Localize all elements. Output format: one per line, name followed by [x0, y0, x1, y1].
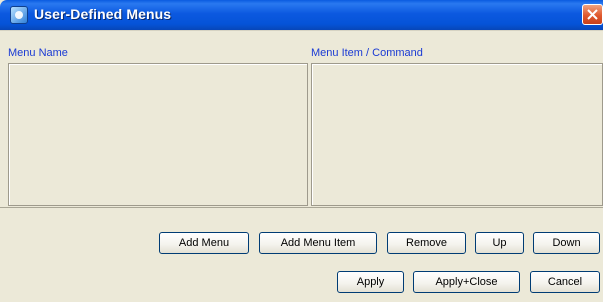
- cancel-button[interactable]: Cancel: [530, 271, 600, 293]
- apply-button[interactable]: Apply: [337, 271, 404, 293]
- down-button[interactable]: Down: [533, 232, 600, 254]
- menu-name-list[interactable]: [8, 63, 308, 206]
- title-bar: User-Defined Menus: [0, 0, 603, 30]
- add-menu-label: Add Menu: [178, 237, 230, 249]
- apply-close-label: Apply+Close: [435, 276, 498, 288]
- cancel-label: Cancel: [547, 276, 583, 288]
- remove-label: Remove: [406, 237, 447, 249]
- add-menu-item-label: Add Menu Item: [280, 237, 356, 249]
- menu-item-command-label: Menu Item / Command: [311, 47, 423, 59]
- add-menu-item-button[interactable]: Add Menu Item: [259, 232, 377, 254]
- up-button[interactable]: Up: [475, 232, 524, 254]
- menu-name-label: Menu Name: [8, 47, 68, 59]
- close-icon: [587, 9, 598, 20]
- menu-item-command-list[interactable]: [311, 63, 603, 206]
- apply-label: Apply: [356, 276, 385, 288]
- app-icon: [10, 6, 28, 24]
- up-label: Up: [492, 237, 507, 249]
- apply-close-button[interactable]: Apply+Close: [413, 271, 520, 293]
- add-menu-button[interactable]: Add Menu: [159, 232, 249, 254]
- window-title: User-Defined Menus: [34, 6, 172, 22]
- remove-button[interactable]: Remove: [387, 232, 466, 254]
- close-button[interactable]: [582, 4, 603, 25]
- down-label: Down: [552, 237, 581, 249]
